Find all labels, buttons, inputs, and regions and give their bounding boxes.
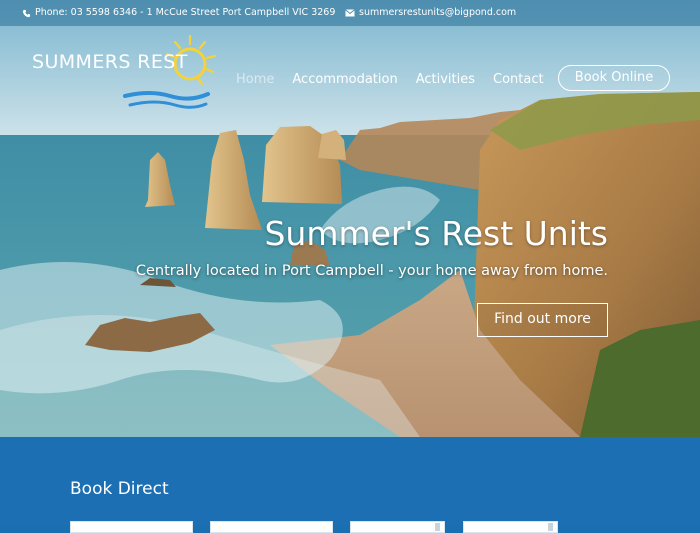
book-direct-section: Book Direct [0, 437, 700, 533]
booking-select-1[interactable] [350, 521, 445, 533]
hero-title: Summer's Rest Units [264, 214, 608, 253]
sun-logo-icon [123, 34, 217, 109]
phone-icon [22, 9, 31, 17]
nav-accommodation[interactable]: Accommodation [292, 72, 397, 87]
email-text: summersrestunits@bigpond.com [359, 7, 517, 18]
booking-field-2[interactable] [210, 521, 333, 533]
envelope-icon [345, 9, 355, 17]
hero-subtitle: Centrally located in Port Campbell - you… [135, 263, 608, 279]
book-online-button[interactable]: Book Online [558, 65, 670, 91]
nav-activities[interactable]: Activities [416, 72, 475, 87]
nav-home[interactable]: Home [236, 72, 274, 87]
book-direct-title: Book Direct [70, 479, 169, 499]
logo-text: SUMMERS REST [32, 51, 188, 73]
find-out-more-button[interactable]: Find out more [477, 303, 608, 337]
email-info[interactable]: summersrestunits@bigpond.com [345, 0, 516, 26]
booking-select-2[interactable] [463, 521, 558, 533]
booking-field-1[interactable] [70, 521, 193, 533]
nav-contact[interactable]: Contact [493, 72, 544, 87]
phone-info[interactable]: Phone: 03 5598 6346 - 1 McCue Street Por… [22, 0, 335, 26]
site-logo[interactable]: SUMMERS REST [30, 34, 220, 116]
main-nav: Home Accommodation Activities Contact [236, 66, 562, 92]
phone-text: Phone: 03 5598 6346 - 1 McCue Street Por… [35, 7, 336, 18]
top-info-bar: Phone: 03 5598 6346 - 1 McCue Street Por… [0, 0, 700, 26]
